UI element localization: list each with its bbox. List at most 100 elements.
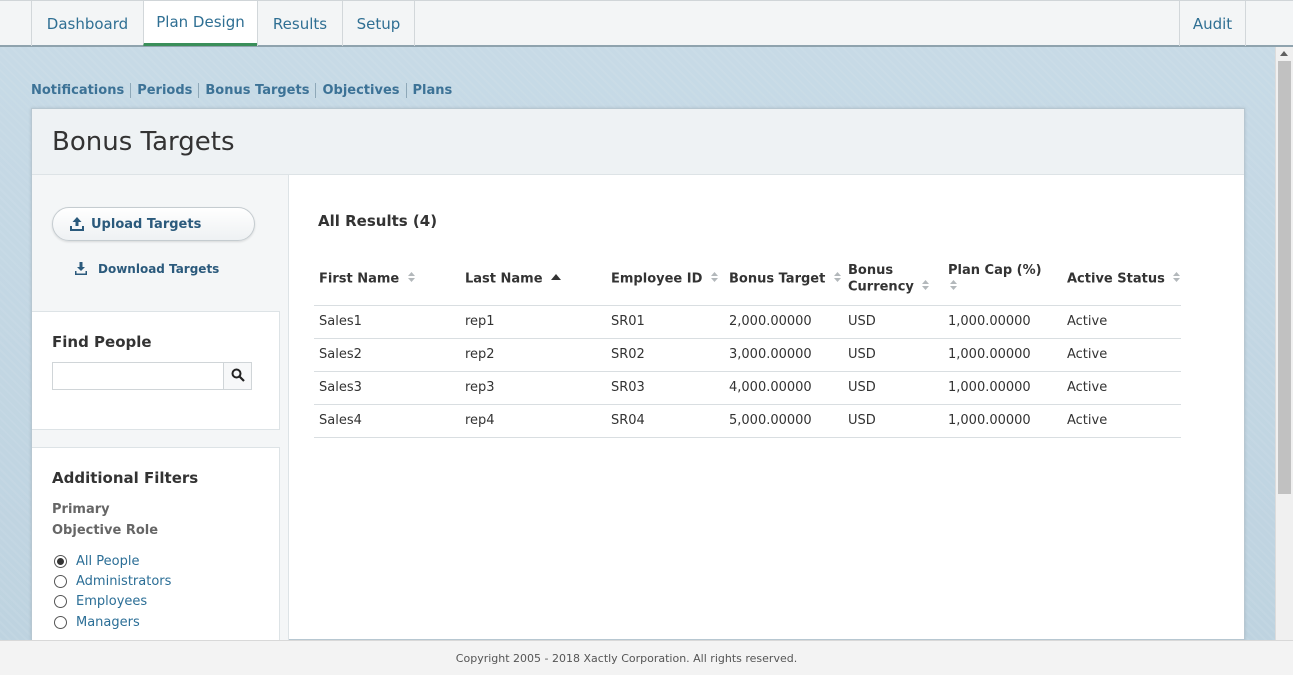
table-header-row: First Name Last Name Employee ID Bonus T… (314, 253, 1181, 306)
column-header-last-name[interactable]: Last Name (460, 253, 606, 306)
download-targets-label: Download Targets (98, 262, 220, 276)
radio-employees[interactable]: Employees (54, 593, 147, 609)
column-label: Employee ID (611, 271, 703, 286)
cell-plan-cap: 1,000.00000 (943, 404, 1062, 438)
table-row[interactable]: Sales4 rep4 SR04 5,000.00000 USD 1,000.0… (314, 404, 1181, 438)
sort-both-icon (950, 279, 957, 295)
radio-administrators[interactable]: Administrators (54, 573, 171, 589)
radio-label: Employees (76, 593, 148, 609)
sort-both-icon (710, 271, 718, 287)
search-input[interactable] (52, 362, 224, 390)
sort-both-icon (407, 271, 415, 287)
filter-label-objective-role: Objective Role (52, 523, 159, 538)
left-sidebar: Upload Targets Download Targets Find Peo… (32, 175, 289, 647)
cell-first-name: Sales1 (314, 305, 460, 339)
additional-filters-heading: Additional Filters (52, 469, 199, 487)
radio-label: Administrators (76, 573, 172, 589)
cell-active-status: Active (1062, 338, 1181, 372)
tab-results[interactable]: Results (257, 1, 342, 46)
cell-bonus-target: 5,000.00000 (724, 404, 843, 438)
upload-targets-label: Upload Targets (91, 216, 202, 232)
sub-navigation: Notifications Periods Bonus Targets Obje… (31, 81, 458, 99)
upload-icon (69, 216, 85, 232)
column-label: Bonus (848, 262, 894, 278)
vertical-scrollbar[interactable] (1275, 47, 1293, 640)
radio-button[interactable] (54, 594, 67, 608)
cell-first-name: Sales4 (314, 404, 460, 438)
radio-button[interactable] (54, 574, 67, 588)
panel-header: Bonus Targets (32, 109, 1244, 175)
tab-audit[interactable]: Audit (1179, 1, 1246, 46)
tab-dashboard[interactable]: Dashboard (31, 1, 143, 46)
radio-button[interactable] (54, 615, 67, 629)
cell-last-name: rep4 (460, 404, 606, 438)
table-row[interactable]: Sales3 rep3 SR03 4,000.00000 USD 1,000.0… (314, 371, 1181, 405)
results-count-heading: All Results (4) (318, 212, 438, 230)
cell-first-name: Sales2 (314, 338, 460, 372)
column-header-bonus-currency[interactable]: Bonus Currency (843, 253, 943, 306)
table-row[interactable]: Sales1 rep1 SR01 2,000.00000 USD 1,000.0… (314, 305, 1181, 339)
sort-ascending-icon (551, 271, 562, 287)
cell-bonus-currency: USD (843, 305, 943, 339)
cell-last-name: rep2 (460, 338, 606, 372)
cell-plan-cap: 1,000.00000 (943, 305, 1062, 339)
cell-bonus-currency: USD (843, 404, 943, 438)
sort-both-icon (833, 271, 841, 287)
cell-bonus-currency: USD (843, 338, 943, 372)
results-table: First Name Last Name Employee ID Bonus T… (314, 253, 1181, 438)
cell-active-status: Active (1062, 404, 1181, 438)
cell-bonus-target: 3,000.00000 (724, 338, 843, 372)
cell-active-status: Active (1062, 305, 1181, 339)
column-header-plan-cap[interactable]: Plan Cap (%) (943, 253, 1062, 306)
tab-plan-design[interactable]: Plan Design (143, 1, 257, 46)
cell-last-name: rep3 (460, 371, 606, 405)
scroll-up-arrow-icon[interactable] (1280, 51, 1288, 56)
scrollbar-thumb[interactable] (1278, 61, 1291, 494)
subnav-bonus-targets[interactable]: Bonus Targets (198, 82, 315, 98)
tab-setup[interactable]: Setup (342, 1, 415, 46)
cell-employee-id: SR02 (606, 338, 724, 372)
subnav-objectives[interactable]: Objectives (315, 82, 405, 98)
cell-employee-id: SR04 (606, 404, 724, 438)
radio-all-people[interactable]: All People (54, 553, 139, 569)
find-people-heading: Find People (52, 333, 152, 351)
cell-employee-id: SR01 (606, 305, 724, 339)
cell-bonus-target: 2,000.00000 (724, 305, 843, 339)
cell-plan-cap: 1,000.00000 (943, 371, 1062, 405)
filter-label-primary: Primary (52, 502, 110, 517)
subnav-notifications[interactable]: Notifications (31, 83, 130, 98)
column-header-first-name[interactable]: First Name (314, 253, 460, 306)
column-label-line2: Currency (848, 279, 914, 294)
copyright-text: Copyright 2005 - 2018 Xactly Corporation… (455, 651, 798, 665)
additional-filters-box: Additional Filters Primary Objective Rol… (32, 447, 280, 647)
cell-first-name: Sales3 (314, 371, 460, 405)
download-icon (74, 262, 88, 276)
radio-label: Managers (76, 614, 140, 630)
cell-bonus-target: 4,000.00000 (724, 371, 843, 405)
table-row[interactable]: Sales2 rep2 SR02 3,000.00000 USD 1,000.0… (314, 338, 1181, 372)
main-panel: Bonus Targets Upload Targets Download Ta… (31, 108, 1245, 647)
find-people-box: Find People (32, 311, 280, 430)
column-label: Last Name (465, 271, 543, 286)
cell-bonus-currency: USD (843, 371, 943, 405)
radio-button[interactable] (54, 554, 67, 568)
column-header-bonus-target[interactable]: Bonus Target (724, 253, 843, 306)
cell-plan-cap: 1,000.00000 (943, 338, 1062, 372)
radio-managers[interactable]: Managers (54, 614, 140, 630)
upload-targets-button[interactable]: Upload Targets (52, 207, 255, 241)
search-icon (231, 367, 245, 386)
page-title: Bonus Targets (52, 127, 235, 157)
column-header-employee-id[interactable]: Employee ID (606, 253, 724, 306)
column-label: First Name (319, 271, 400, 286)
cell-active-status: Active (1062, 371, 1181, 405)
cell-last-name: rep1 (460, 305, 606, 339)
column-header-active-status[interactable]: Active Status (1062, 253, 1181, 306)
search-button[interactable] (223, 362, 252, 390)
subnav-periods[interactable]: Periods (130, 82, 198, 98)
sort-both-icon (1173, 271, 1181, 287)
subnav-plans[interactable]: Plans (405, 82, 459, 98)
column-label: Active Status (1067, 271, 1165, 286)
download-targets-link[interactable]: Download Targets (74, 261, 219, 277)
top-navigation: Dashboard Plan Design Results Setup Audi… (0, 0, 1293, 47)
cell-employee-id: SR03 (606, 371, 724, 405)
